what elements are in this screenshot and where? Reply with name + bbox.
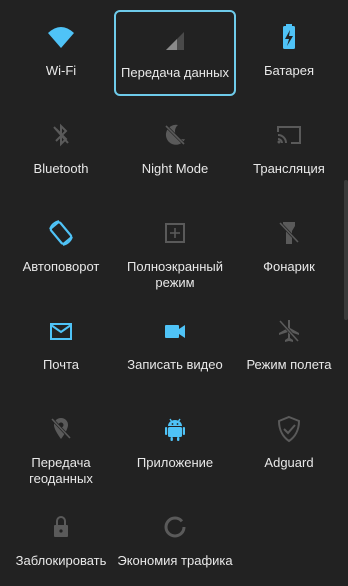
tile-label: Трансляция	[253, 161, 325, 176]
location-off-icon	[50, 417, 72, 440]
tile-label: Фонарик	[263, 259, 315, 274]
video-camera-icon	[165, 325, 185, 338]
tile-lock[interactable]: Заблокировать	[0, 500, 122, 586]
battery-charging-icon	[283, 24, 295, 49]
scrollbar[interactable]	[344, 180, 348, 320]
tile-flashlight[interactable]: Фонарик	[228, 206, 348, 292]
tile-data-saver[interactable]: Экономия трафика	[114, 500, 236, 586]
tile-label: Экономия трафика	[117, 553, 233, 568]
android-icon	[165, 418, 185, 441]
bluetooth-off-icon	[53, 123, 69, 147]
mail-icon	[50, 323, 72, 340]
tile-adguard[interactable]: Adguard	[228, 402, 348, 488]
tile-application[interactable]: Приложение	[114, 402, 236, 488]
tile-label: Bluetooth	[33, 161, 89, 176]
fullscreen-icon	[165, 223, 185, 243]
adguard-shield-icon	[277, 415, 301, 443]
tile-battery[interactable]: Батарея	[228, 10, 348, 96]
cast-icon	[277, 126, 301, 144]
tile-label: Передача геоданных	[29, 455, 93, 486]
lock-icon	[54, 516, 68, 537]
tile-bluetooth[interactable]: Bluetooth	[0, 108, 122, 194]
tile-label: Заблокировать	[15, 553, 107, 568]
tile-label: Записать видео	[127, 357, 223, 372]
tile-label: Почта	[42, 357, 80, 372]
tile-night-mode[interactable]: Night Mode	[114, 108, 236, 194]
data-saver-icon	[164, 516, 186, 538]
tile-label: Wi-Fi	[45, 63, 77, 78]
airplane-off-icon	[278, 319, 300, 343]
tile-label: Режим полета	[246, 357, 332, 372]
tile-mail[interactable]: Почта	[0, 304, 122, 390]
tile-wifi[interactable]: Wi-Fi	[0, 10, 122, 96]
quick-settings-panel: Wi-Fi Передача данных Батарея Bluetooth …	[0, 0, 348, 568]
tile-cast[interactable]: Трансляция	[228, 108, 348, 194]
cellular-signal-icon	[166, 32, 184, 50]
flashlight-off-icon	[278, 221, 300, 244]
tile-label: Полноэкранный режим	[126, 259, 224, 290]
tile-mobile-data[interactable]: Передача данных	[114, 10, 236, 96]
tile-label: Автоповорот	[22, 259, 100, 274]
tile-auto-rotate[interactable]: Автоповорот	[0, 206, 122, 292]
auto-rotate-icon	[49, 220, 73, 246]
tile-airplane-mode[interactable]: Режим полета	[228, 304, 348, 390]
tile-fullscreen[interactable]: Полноэкранный режим	[114, 206, 236, 292]
tile-label: Батарея	[263, 63, 314, 78]
night-mode-off-icon	[164, 124, 186, 146]
tile-location[interactable]: Передача геоданных	[0, 402, 122, 488]
wifi-icon	[48, 27, 74, 48]
tile-label: Adguard	[264, 455, 314, 470]
tile-label: Приложение	[136, 455, 214, 470]
tile-label: Передача данных	[121, 65, 229, 80]
tile-record-video[interactable]: Записать видео	[114, 304, 236, 390]
tile-label: Night Mode	[141, 161, 209, 176]
